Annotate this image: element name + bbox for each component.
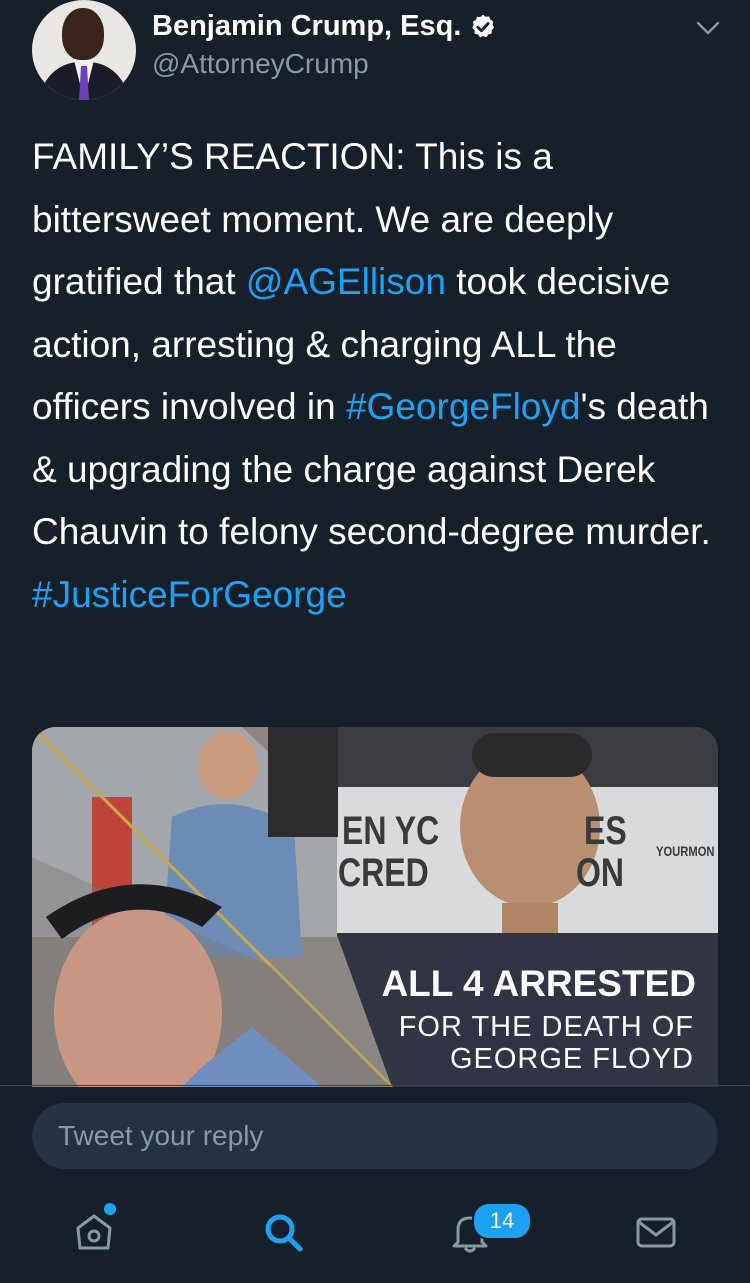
tweet-text: FAMILY’S REACTION: This is a bittersweet… xyxy=(32,126,722,626)
user-name[interactable]: Benjamin Crump, Esq. xyxy=(152,10,461,43)
background-sign-text: CRED xyxy=(338,851,429,895)
user-name-row[interactable]: Benjamin Crump, Esq. xyxy=(152,10,497,43)
tweet-detail-screen: Benjamin Crump, Esq. @AttorneyCrump FAMI… xyxy=(0,0,750,1283)
background-sign-text: EN YC xyxy=(342,809,440,853)
media-subline: GEORGE FLOYD xyxy=(449,1043,694,1075)
notifications-badge: 14 xyxy=(472,1202,532,1240)
hashtag-link[interactable]: #GeorgeFloyd xyxy=(346,386,580,427)
messages-icon[interactable] xyxy=(632,1208,680,1256)
chevron-down-icon[interactable] xyxy=(692,16,724,40)
background-sign-text: ON xyxy=(576,851,624,895)
hashtag-link[interactable]: #JusticeForGeorge xyxy=(32,574,347,615)
avatar[interactable] xyxy=(32,0,136,100)
media-subline: FOR THE DEATH OF xyxy=(398,1011,694,1043)
user-handle[interactable]: @AttorneyCrump xyxy=(152,48,369,80)
avatar-face xyxy=(62,8,104,60)
reply-input[interactable]: Tweet your reply xyxy=(32,1103,718,1169)
divider xyxy=(0,1085,750,1086)
home-icon[interactable] xyxy=(70,1208,118,1256)
search-icon[interactable] xyxy=(260,1208,308,1256)
media-headline: ALL 4 ARRESTED xyxy=(381,963,696,1004)
background-sign-text: ES xyxy=(584,809,627,853)
tweet-media-image[interactable]: EN YC CRED ES ON YOURMON ALL 4 ARRESTED … xyxy=(32,727,718,1087)
background-sign-brand: YOURMON xyxy=(656,843,715,859)
mention-link[interactable]: @AGEllison xyxy=(246,261,446,302)
reply-placeholder: Tweet your reply xyxy=(58,1120,264,1151)
home-unread-dot xyxy=(104,1203,116,1215)
verified-badge-icon xyxy=(472,14,495,37)
